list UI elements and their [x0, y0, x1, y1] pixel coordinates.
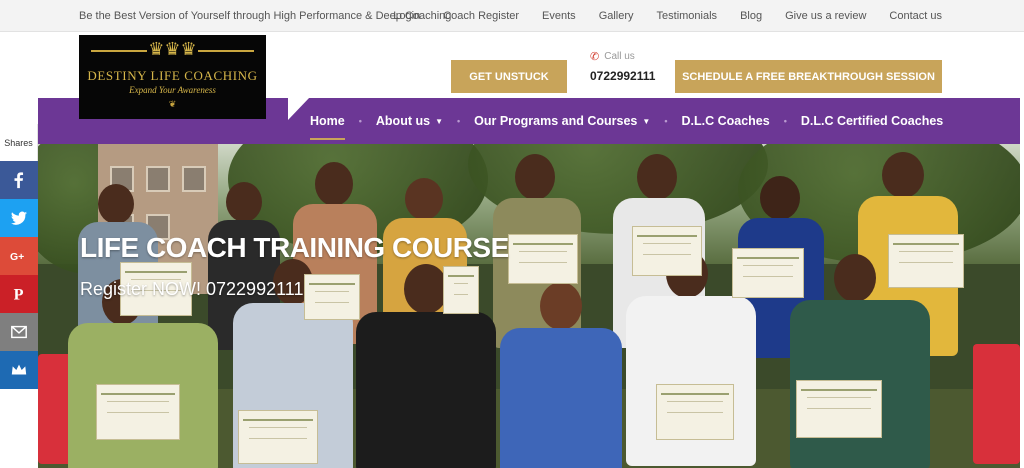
- events-link[interactable]: Events: [542, 10, 576, 22]
- nav-item-label: Home: [310, 114, 345, 128]
- sumome-share-button[interactable]: [0, 351, 38, 389]
- nav-items: Home • About us ▼ • Our Programs and Cou…: [310, 98, 943, 144]
- hero-banner: LIFE COACH TRAINING COURSE Register NOW!…: [38, 144, 1020, 468]
- testimonials-link[interactable]: Testimonials: [657, 10, 718, 22]
- call-label: ✆ Call us: [590, 50, 655, 63]
- top-links: Login Coach Register Events Gallery Test…: [393, 10, 942, 22]
- page: Be the Best Version of Yourself through …: [0, 0, 1024, 468]
- nav-separator: •: [664, 116, 668, 126]
- nav-separator: •: [783, 116, 787, 126]
- nav-item-label: D.L.C Coaches: [681, 114, 770, 128]
- certificate: [96, 384, 180, 440]
- certificate: [888, 234, 964, 288]
- certificate: [304, 274, 360, 320]
- call-label-text: Call us: [604, 51, 635, 62]
- site-logo[interactable]: ♛♛♛ DESTINY LIFE COACHING Expand Your Aw…: [79, 35, 266, 119]
- nav-item-programs[interactable]: Our Programs and Courses ▼: [474, 114, 650, 128]
- logo-flourish-icon: ❦: [168, 99, 177, 109]
- pinterest-icon: P: [14, 285, 24, 303]
- logo-title: DESTINY LIFE COACHING: [87, 68, 258, 83]
- get-unstuck-button[interactable]: GET UNSTUCK: [451, 60, 567, 93]
- certificate: [508, 234, 578, 284]
- pinterest-share-button[interactable]: P: [0, 275, 38, 313]
- hero-subtitle: Register NOW! 0722992111: [80, 279, 304, 299]
- nav-item-label: Our Programs and Courses: [474, 114, 638, 128]
- nav-notch: [288, 97, 310, 120]
- certificate: [632, 226, 702, 276]
- schedule-session-button[interactable]: SCHEDULE A FREE BREAKTHROUGH SESSION: [675, 60, 942, 93]
- certificate: [238, 410, 318, 464]
- shares-label: Shares: [0, 124, 38, 161]
- facebook-share-button[interactable]: [0, 161, 38, 199]
- hero-title: LIFE COACH TRAINING COURSE: [80, 232, 509, 263]
- certificate: [732, 248, 804, 298]
- crown-icon: [11, 364, 27, 375]
- email-icon: [11, 325, 27, 339]
- building-window: [146, 166, 170, 192]
- nav-separator: •: [456, 116, 461, 126]
- nav-item-home[interactable]: Home: [310, 114, 345, 140]
- login-link[interactable]: Login: [393, 10, 420, 22]
- svg-text:G+: G+: [10, 251, 24, 263]
- certificate: [443, 266, 479, 314]
- certificate: [796, 380, 882, 438]
- nav-item-dlc-coaches[interactable]: D.L.C Coaches: [681, 114, 769, 128]
- caret-down-icon: ▼: [642, 116, 651, 126]
- email-share-button[interactable]: [0, 313, 38, 351]
- svg-text:P: P: [14, 285, 24, 303]
- nav-item-label: D.L.C Certified Coaches: [800, 114, 944, 128]
- blog-link[interactable]: Blog: [740, 10, 762, 22]
- phone-icon: ✆: [590, 51, 600, 63]
- red-chair: [973, 344, 1020, 464]
- building-window: [182, 166, 206, 192]
- nav-item-dlc-certified-coaches[interactable]: D.L.C Certified Coaches: [801, 114, 943, 128]
- contact-us-link[interactable]: Contact us: [889, 10, 942, 22]
- top-bar: Be the Best Version of Yourself through …: [0, 0, 1024, 32]
- twitter-icon: [10, 211, 28, 225]
- coach-register-link[interactable]: Coach Register: [443, 10, 519, 22]
- logo-ornament-line: [198, 50, 254, 52]
- nav-separator: •: [358, 116, 362, 126]
- call-us-box: ✆ Call us 0722992111: [590, 50, 655, 83]
- certificate: [656, 384, 734, 440]
- google-plus-share-button[interactable]: G+: [0, 237, 38, 275]
- twitter-share-button[interactable]: [0, 199, 38, 237]
- crown-icon: ♛♛♛: [148, 39, 197, 59]
- facebook-icon: [14, 172, 24, 189]
- google-plus-icon: G+: [10, 251, 24, 263]
- call-number[interactable]: 0722992111: [590, 69, 655, 83]
- gallery-link[interactable]: Gallery: [599, 10, 634, 22]
- nav-item-about-us[interactable]: About us ▼: [376, 114, 443, 128]
- give-review-link[interactable]: Give us a review: [785, 10, 866, 22]
- caret-down-icon: ▼: [435, 116, 443, 126]
- nav-item-label: About us: [375, 114, 431, 128]
- logo-subtitle: Expand Your Awareness: [129, 85, 216, 95]
